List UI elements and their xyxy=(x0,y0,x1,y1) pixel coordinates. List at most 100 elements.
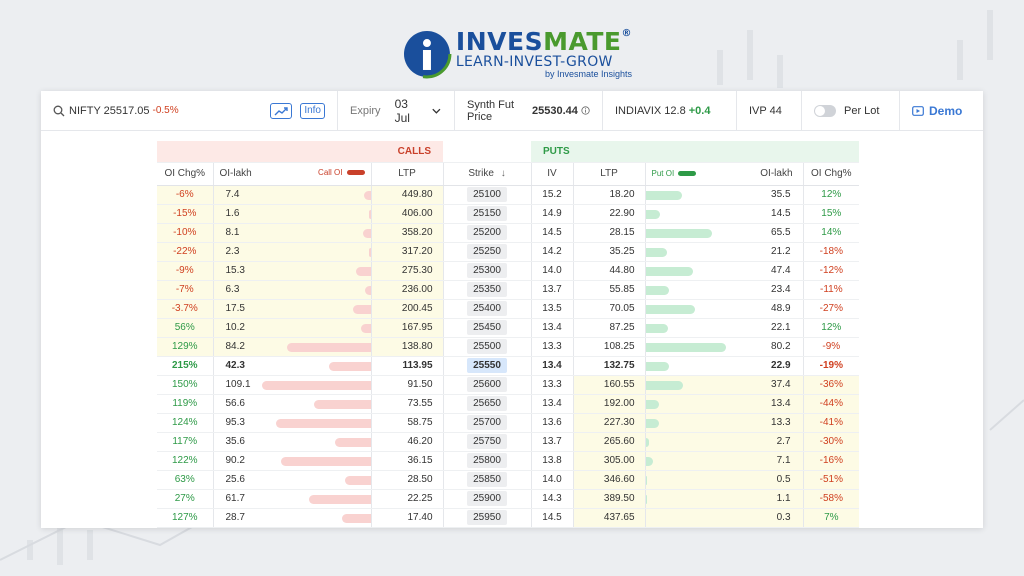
table-row[interactable]: -3.7% 17.5 200.45 25400 13.5 70.05 48.9 … xyxy=(157,299,860,319)
strike-cell[interactable]: 25400 xyxy=(442,299,532,319)
call-oi-bar xyxy=(261,380,371,390)
put-oi-lakh: 48.9 xyxy=(644,299,804,319)
strike-cell[interactable]: 25250 xyxy=(442,242,532,262)
iv-cell: 13.3 xyxy=(530,337,574,357)
per-lot-switch[interactable] xyxy=(814,104,836,117)
table-row[interactable]: 150% 109.1 91.50 25600 13.3 160.55 37.4 … xyxy=(157,375,860,395)
call-ltp: 358.20 xyxy=(370,223,444,243)
call-oi-bar xyxy=(308,494,371,504)
strike-cell[interactable]: 25800 xyxy=(442,451,532,471)
table-row[interactable]: 127% 28.7 17.40 25950 14.5 437.65 0.3 7% xyxy=(157,508,860,528)
table-row[interactable]: 117% 35.6 46.20 25750 13.7 265.60 2.7 -3… xyxy=(157,432,860,452)
strike-cell[interactable]: 25300 xyxy=(442,261,532,281)
strike-cell[interactable]: 25150 xyxy=(442,204,532,224)
call-oi-bar xyxy=(368,247,371,257)
table-row[interactable]: 215% 42.3 113.95 25550 13.4 132.75 22.9 … xyxy=(157,356,860,376)
call-ltp: 200.45 xyxy=(370,299,444,319)
strike-cell[interactable]: 25650 xyxy=(442,394,532,414)
put-ltp: 160.55 xyxy=(572,375,646,395)
table-row[interactable]: 119% 56.6 73.55 25650 13.4 192.00 13.4 -… xyxy=(157,394,860,414)
info-button[interactable]: Info xyxy=(300,102,325,119)
col-put-oi-chg: OI Chg% xyxy=(802,162,860,186)
table-row[interactable]: -6% 7.4 449.80 25100 15.2 18.20 35.5 12% xyxy=(157,185,860,205)
play-icon xyxy=(912,105,924,116)
put-oi-chg: -12% xyxy=(802,261,860,281)
call-oi-chg: 119% xyxy=(157,394,213,414)
indiavix: INDIAVIX 12.8 +0.4 xyxy=(603,91,737,131)
put-oi-lakh: 1.1 xyxy=(644,489,804,509)
call-ltp: 91.50 xyxy=(370,375,444,395)
strike-cell[interactable]: 25350 xyxy=(442,280,532,300)
symbol-segment[interactable]: NIFTY 25517.05 -0.5% Info xyxy=(41,91,338,131)
call-oi-lakh: 61.7 xyxy=(212,489,371,509)
strike-cell[interactable]: 25700 xyxy=(442,413,532,433)
put-ltp: 192.00 xyxy=(572,394,646,414)
invesmate-logo-icon xyxy=(402,29,452,79)
call-oi-bar xyxy=(286,342,371,352)
call-oi-chg: 150% xyxy=(157,375,213,395)
iv-cell: 13.4 xyxy=(530,318,574,338)
expiry-select[interactable]: Expiry 03 Jul xyxy=(338,91,455,131)
strike-cell[interactable]: 25950 xyxy=(442,508,532,528)
put-oi-lakh: 7.1 xyxy=(644,451,804,471)
strike-cell[interactable]: 25200 xyxy=(442,223,532,243)
call-oi-bar xyxy=(313,399,371,409)
table-row[interactable]: -7% 6.3 236.00 25350 13.7 55.85 23.4 -11… xyxy=(157,280,860,300)
put-oi-chg: -51% xyxy=(802,470,860,490)
table-row[interactable]: -9% 15.3 275.30 25300 14.0 44.80 47.4 -1… xyxy=(157,261,860,281)
table-row[interactable]: 129% 84.2 138.80 25500 13.3 108.25 80.2 … xyxy=(157,337,860,357)
call-oi-chg: -7% xyxy=(157,280,213,300)
call-oi-bar xyxy=(334,437,371,447)
strike-cell[interactable]: 25100 xyxy=(442,185,532,205)
chevron-down-icon xyxy=(432,108,441,114)
put-oi-lakh: 13.3 xyxy=(644,413,804,433)
call-oi-chg: -10% xyxy=(157,223,213,243)
per-lot-toggle[interactable]: Per Lot xyxy=(802,91,900,131)
table-row[interactable]: 56% 10.2 167.95 25450 13.4 87.25 22.1 12… xyxy=(157,318,860,338)
chart-trend-button[interactable] xyxy=(270,102,293,119)
iv-cell: 14.9 xyxy=(530,204,574,224)
col-call-oi-lakh[interactable]: OI-lakh Call OI xyxy=(212,162,371,186)
put-oi-lakh: 65.5 xyxy=(644,223,804,243)
table-row[interactable]: -10% 8.1 358.20 25200 14.5 28.15 65.5 14… xyxy=(157,223,860,243)
call-oi-bar xyxy=(344,475,371,485)
table-row[interactable]: 124% 95.3 58.75 25700 13.6 227.30 13.3 -… xyxy=(157,413,860,433)
expiry-label: Expiry xyxy=(350,104,381,117)
info-circle-icon[interactable] xyxy=(581,105,590,116)
strike-cell[interactable]: 25450 xyxy=(442,318,532,338)
iv-cell: 14.0 xyxy=(530,470,574,490)
put-oi-bar xyxy=(645,342,726,352)
table-row[interactable]: 63% 25.6 28.50 25850 14.0 346.60 0.5 -51… xyxy=(157,470,860,490)
sort-down-icon[interactable]: ↓ xyxy=(501,168,506,179)
iv-cell: 14.3 xyxy=(530,489,574,509)
call-oi-lakh: 42.3 xyxy=(212,356,371,376)
demo-button[interactable]: Demo xyxy=(900,91,983,131)
put-oi-bar xyxy=(645,209,660,219)
strike-cell[interactable]: 25750 xyxy=(442,432,532,452)
call-oi-chg: -9% xyxy=(157,261,213,281)
call-ltp: 275.30 xyxy=(370,261,444,281)
call-oi-chg: 124% xyxy=(157,413,213,433)
put-oi-chg: -41% xyxy=(802,413,860,433)
strike-cell[interactable]: 25600 xyxy=(442,375,532,395)
col-put-oi-lakh[interactable]: Put OI OI-lakh xyxy=(644,162,804,186)
strike-cell[interactable]: 25900 xyxy=(442,489,532,509)
put-ltp: 346.60 xyxy=(572,470,646,490)
strike-cell[interactable]: 25550 xyxy=(442,356,532,376)
calls-header: CALLS xyxy=(157,141,444,163)
iv-cell: 13.8 xyxy=(530,451,574,471)
put-oi-bar xyxy=(645,494,647,504)
table-row[interactable]: -22% 2.3 317.20 25250 14.2 35.25 21.2 -1… xyxy=(157,242,860,262)
table-row[interactable]: -15% 1.6 406.00 25150 14.9 22.90 14.5 15… xyxy=(157,204,860,224)
put-oi-lakh: 13.4 xyxy=(644,394,804,414)
col-strike[interactable]: Strike ↓ xyxy=(442,162,532,186)
table-row[interactable]: 122% 90.2 36.15 25800 13.8 305.00 7.1 -1… xyxy=(157,451,860,471)
call-oi-chg: 27% xyxy=(157,489,213,509)
call-ltp: 406.00 xyxy=(370,204,444,224)
strike-cell[interactable]: 25500 xyxy=(442,337,532,357)
put-ltp: 55.85 xyxy=(572,280,646,300)
strike-cell[interactable]: 25850 xyxy=(442,470,532,490)
table-row[interactable]: 27% 61.7 22.25 25900 14.3 389.50 1.1 -58… xyxy=(157,489,860,509)
search-icon[interactable] xyxy=(53,105,65,117)
put-oi-bar xyxy=(645,190,682,200)
